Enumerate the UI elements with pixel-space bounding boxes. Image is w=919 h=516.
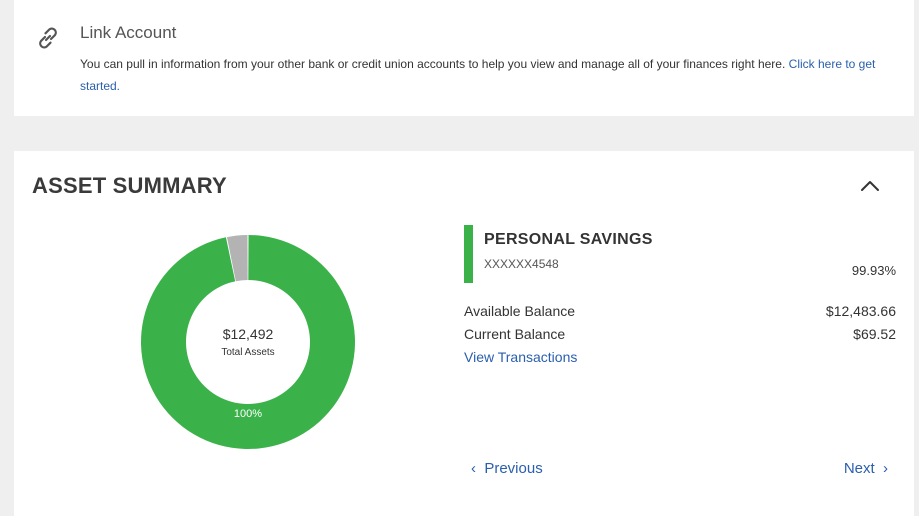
asset-summary-title: ASSET SUMMARY xyxy=(32,173,227,198)
next-label: Next xyxy=(843,460,875,477)
total-assets-value: $12,492 xyxy=(222,326,274,342)
asset-summary-card: ASSET SUMMARY $12,492 Total Assets 100% … xyxy=(14,151,914,516)
available-balance-value: $12,483.66 xyxy=(825,303,896,319)
current-balance-label: Current Balance xyxy=(464,326,566,342)
previous-label: Previous xyxy=(484,460,543,477)
account-name: PERSONAL SAVINGS xyxy=(484,231,653,248)
link-account-description: You can pull in information from your ot… xyxy=(80,53,880,97)
donut-center: $12,492 Total Assets 100% xyxy=(140,234,356,450)
account-percentage: 99.93% xyxy=(851,263,896,278)
chevron-up-icon[interactable] xyxy=(850,169,890,203)
available-balance-label: Available Balance xyxy=(464,303,576,319)
slice-label: 100% xyxy=(233,408,263,420)
previous-button[interactable]: ‹ Previous xyxy=(471,460,543,477)
link-icon xyxy=(39,27,57,49)
link-account-title: Link Account xyxy=(80,23,177,42)
link-account-card: Link Account You can pull in information… xyxy=(14,0,914,116)
chevron-left-icon: ‹ xyxy=(471,460,476,477)
view-transactions-link[interactable]: View Transactions xyxy=(464,349,577,365)
total-assets-label: Total Assets xyxy=(221,347,275,358)
chevron-right-icon: › xyxy=(883,460,888,477)
next-button[interactable]: Next › xyxy=(844,460,888,477)
link-account-text: You can pull in information from your ot… xyxy=(80,57,786,71)
account-number: XXXXXX4548 xyxy=(484,257,559,271)
current-balance-value: $69.52 xyxy=(853,326,896,342)
account-color-bar xyxy=(464,225,473,283)
